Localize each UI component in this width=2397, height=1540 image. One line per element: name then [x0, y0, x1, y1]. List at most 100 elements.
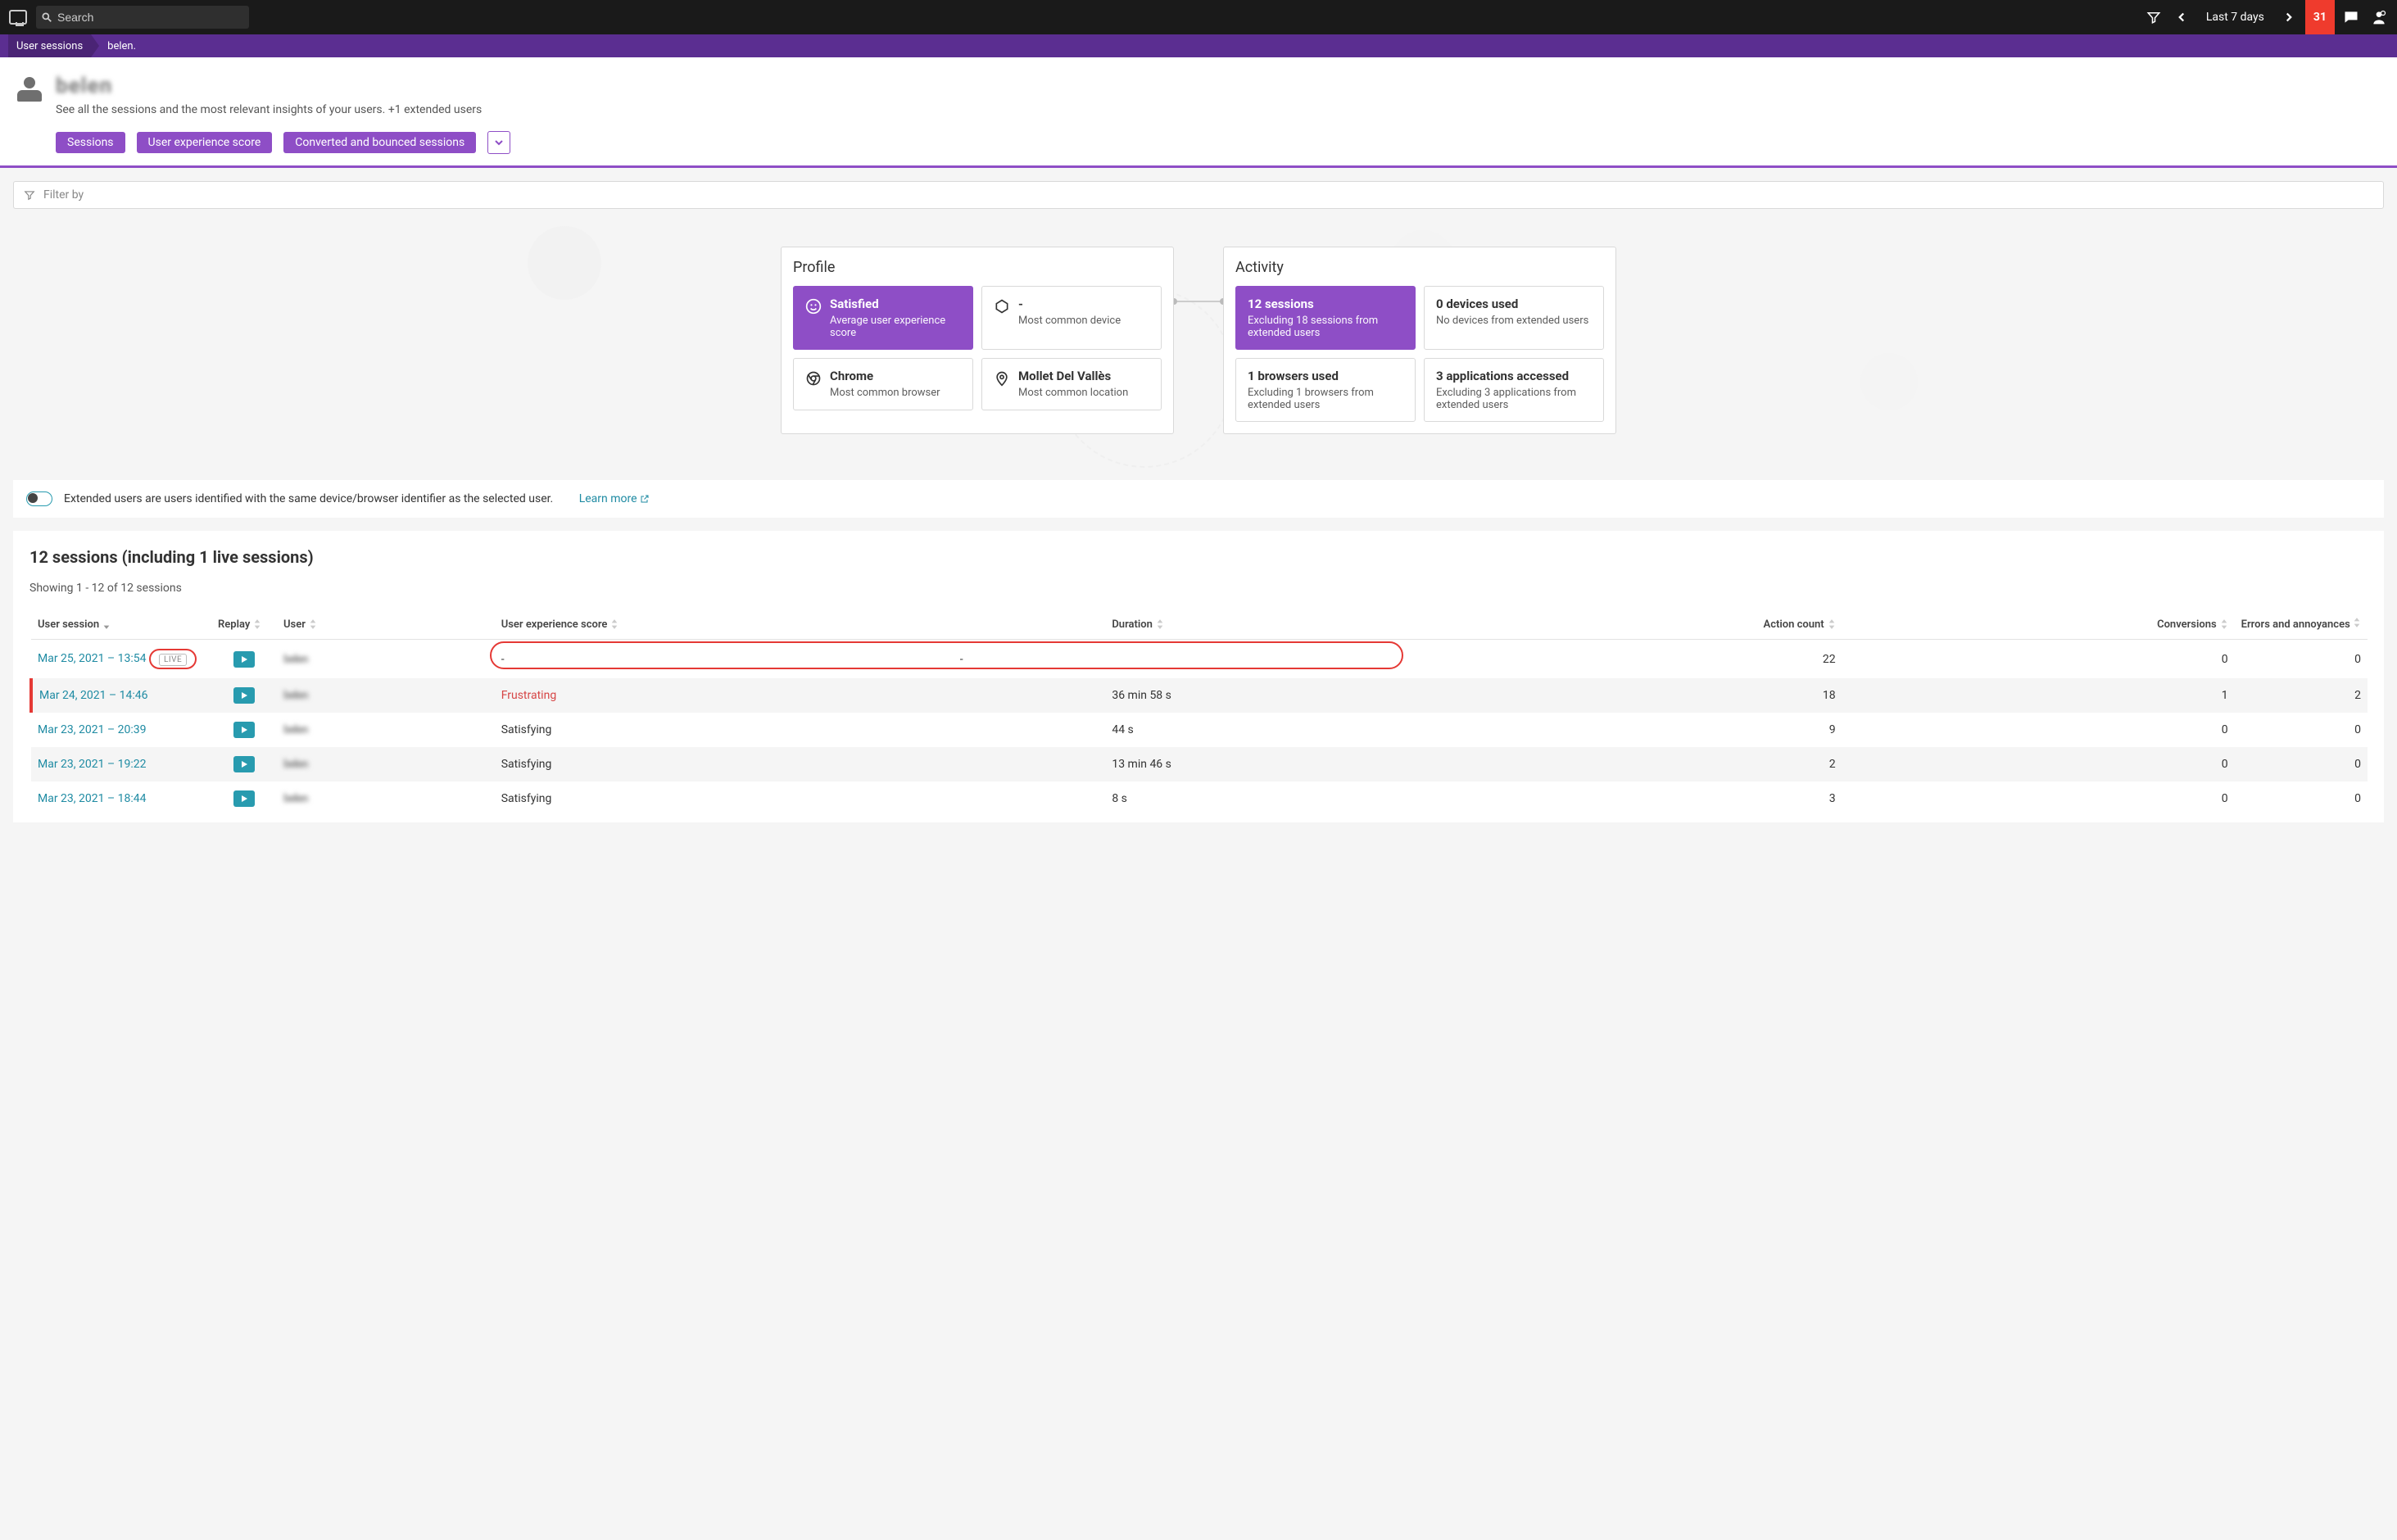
session-link[interactable]: Mar 23, 2021 – 19:22	[38, 758, 147, 771]
live-highlight: LIVE	[149, 649, 197, 669]
breadcrumb-root[interactable]: User sessions	[8, 34, 91, 57]
col-replay[interactable]: Replay	[218, 618, 261, 631]
ux-score-value: Satisfying	[501, 758, 552, 771]
table-row[interactable]: Mar 23, 2021 – 18:44belenSatisfying8 s30…	[31, 781, 2368, 816]
replay-button[interactable]	[233, 651, 255, 668]
timeframe-label[interactable]: Last 7 days	[2200, 11, 2271, 24]
col-conversions[interactable]: Conversions	[2157, 618, 2228, 631]
filter-bar[interactable]: Filter by	[13, 181, 2384, 209]
chip-ux-score[interactable]: User experience score	[137, 132, 273, 153]
tile-subtitle: Excluding 3 applications from extended u…	[1436, 387, 1592, 411]
app-menu-icon[interactable]	[8, 7, 28, 27]
tile-title: Mollet Del Vallès	[1018, 369, 1128, 383]
duration-value: 13 min 46 s	[1105, 747, 1443, 781]
chip-converted-bounced[interactable]: Converted and bounced sessions	[283, 132, 476, 153]
topbar: Last 7 days 31	[0, 0, 2397, 34]
errors-value: 0	[2235, 640, 2368, 679]
tile-subtitle: Average user experience score	[830, 315, 961, 339]
profile-tile-3[interactable]: Mollet Del VallèsMost common location	[981, 358, 1162, 410]
col-duration[interactable]: Duration	[1112, 618, 1164, 631]
breadcrumb-current[interactable]: belen.	[91, 34, 144, 57]
session-link[interactable]: Mar 23, 2021 – 18:44	[38, 792, 147, 805]
session-link[interactable]: Mar 23, 2021 – 20:39	[38, 723, 147, 736]
tile-title: 1 browsers used	[1248, 369, 1403, 383]
action-count-value: 2	[1444, 747, 1842, 781]
search-input[interactable]	[57, 11, 244, 24]
filter-icon[interactable]	[2144, 7, 2164, 27]
learn-more-link[interactable]: Learn more	[579, 492, 650, 505]
conversions-value: 0	[1842, 747, 2235, 781]
col-action-count[interactable]: Action count	[1764, 618, 1836, 631]
conversions-value: 0	[1842, 640, 2235, 679]
user-value: belen	[283, 792, 308, 805]
filter-by-icon	[24, 189, 35, 201]
pin-icon	[994, 370, 1010, 387]
duration-value: 8 s	[1105, 781, 1443, 816]
chat-icon[interactable]	[2341, 7, 2361, 27]
action-count-value: 18	[1444, 678, 1842, 713]
activity-tile-3[interactable]: 3 applications accessed Excluding 3 appli…	[1424, 358, 1604, 422]
duration-value: 36 min 58 s	[1105, 678, 1443, 713]
user-menu-icon[interactable]	[2369, 7, 2389, 27]
col-user-session[interactable]: User session	[38, 618, 111, 631]
replay-button[interactable]	[233, 790, 255, 807]
activity-card: Activity 12 sessionsExcluding 18 session…	[1223, 247, 1616, 434]
table-row[interactable]: Mar 24, 2021 – 14:46 belen Frustrating 36 m…	[31, 678, 2368, 713]
activity-title: Activity	[1235, 259, 1604, 276]
replay-button[interactable]	[233, 756, 255, 772]
profile-card: Profile SatisfiedAverage user experience…	[781, 247, 1174, 434]
next-timeframe-button[interactable]	[2279, 7, 2299, 27]
replay-button[interactable]	[233, 722, 255, 738]
chip-more-button[interactable]	[487, 131, 510, 154]
cards-area: Profile SatisfiedAverage user experience…	[0, 222, 2397, 467]
session-link[interactable]: Mar 25, 2021 – 13:54	[38, 652, 147, 665]
tile-title: -	[1018, 297, 1121, 311]
action-count-value: 22	[1444, 640, 1842, 679]
user-value: belen	[283, 689, 308, 702]
sessions-title: 12 sessions (including 1 live sessions)	[29, 547, 2368, 567]
col-ux-score[interactable]: User experience score	[501, 618, 619, 631]
tile-title: Chrome	[830, 369, 940, 383]
errors-value: 0	[2235, 713, 2368, 747]
external-link-icon	[640, 494, 650, 504]
tile-subtitle: Most common browser	[830, 387, 940, 399]
sessions-table: User session Replay User User experience…	[29, 609, 2368, 816]
col-errors[interactable]: Errors and annoyances	[2241, 618, 2361, 631]
chrome-icon	[805, 370, 822, 387]
activity-tile-2[interactable]: 1 browsers usedExcluding 1 browsers from…	[1235, 358, 1416, 422]
prev-timeframe-button[interactable]	[2172, 7, 2191, 27]
activity-tile-1[interactable]: 0 devices usedNo devices from extended u…	[1424, 286, 1604, 350]
tile-title: 3 applications accessed	[1436, 369, 1592, 383]
profile-title: Profile	[793, 259, 1162, 276]
session-link[interactable]: Mar 24, 2021 – 14:46	[39, 689, 148, 702]
tile-title: 12 sessions	[1248, 297, 1403, 311]
action-count-value: 9	[1444, 713, 1842, 747]
ux-score-value: Frustrating	[501, 689, 557, 702]
col-user[interactable]: User	[283, 618, 317, 631]
breadcrumb: User sessions belen.	[0, 34, 2397, 57]
page-header: belen See all the sessions and the most …	[0, 57, 2397, 168]
table-row[interactable]: Mar 25, 2021 – 13:54 LIVEbelen--2200	[31, 640, 2368, 679]
chip-row: Sessions User experience score Converted…	[56, 131, 2382, 154]
activity-tile-0[interactable]: 12 sessionsExcluding 18 sessions from ex…	[1235, 286, 1416, 350]
profile-tile-1[interactable]: - Most common device	[981, 286, 1162, 350]
table-row[interactable]: Mar 23, 2021 – 19:22belenSatisfying13 mi…	[31, 747, 2368, 781]
filter-placeholder: Filter by	[43, 188, 84, 202]
sessions-section: 12 sessions (including 1 live sessions) …	[13, 531, 2384, 822]
tile-subtitle: Most common device	[1018, 315, 1121, 327]
extended-users-toggle[interactable]	[26, 491, 52, 506]
chip-sessions[interactable]: Sessions	[56, 132, 125, 153]
errors-value: 2	[2235, 678, 2368, 713]
sessions-showing: Showing 1 - 12 of 12 sessions	[29, 582, 2368, 595]
conversions-value: 0	[1842, 781, 2235, 816]
alert-badge[interactable]: 31	[2305, 0, 2335, 34]
page-title: belen	[56, 74, 482, 98]
profile-tile-0[interactable]: SatisfiedAverage user experience score	[793, 286, 973, 350]
page-subtitle: See all the sessions and the most releva…	[56, 103, 482, 116]
extended-users-text: Extended users are users identified with…	[64, 492, 553, 505]
table-row[interactable]: Mar 23, 2021 – 20:39belenSatisfying44 s9…	[31, 713, 2368, 747]
profile-tile-2[interactable]: Chrome Most common browser	[793, 358, 973, 410]
smile-icon	[805, 298, 822, 315]
replay-button[interactable]	[233, 687, 255, 704]
search-icon	[41, 11, 52, 23]
